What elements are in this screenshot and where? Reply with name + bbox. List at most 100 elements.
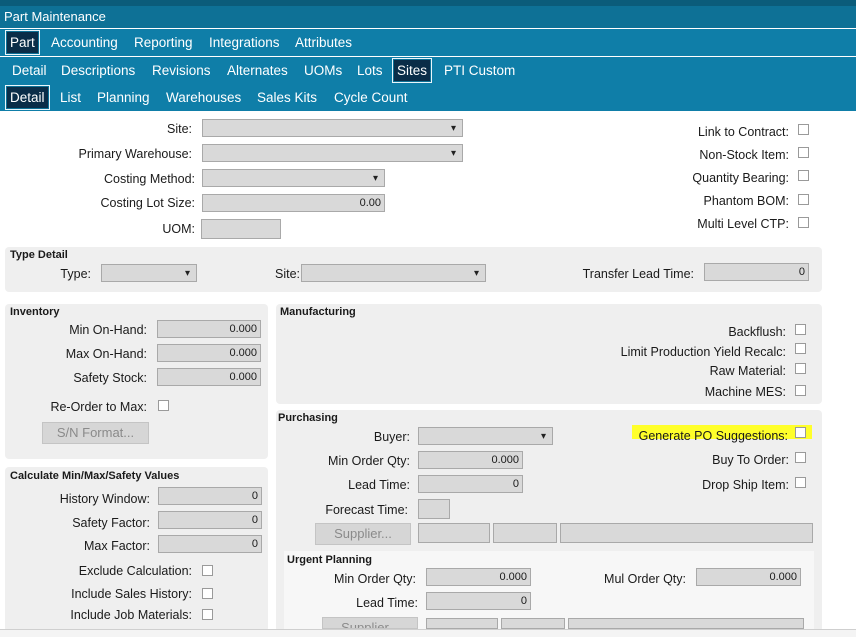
phantom-bom-label: Phantom BOM: [703,194,789,208]
drop-ship-item-label: Drop Ship Item: [702,478,789,492]
transfer-lead-time-input[interactable]: 0 [704,263,809,281]
site-label: Site: [166,122,192,136]
forecast-time-input[interactable] [418,499,450,519]
tab-planning[interactable]: Planning [94,87,153,108]
tab-row-secondary: Detail Descriptions Revisions Alternates… [0,57,856,84]
backflush-checkbox[interactable] [795,324,806,335]
window-title: Part Maintenance [4,9,106,24]
uom-input[interactable] [201,219,281,239]
include-sales-history-checkbox[interactable] [202,588,213,599]
tab-reporting[interactable]: Reporting [131,32,196,53]
tab-warehouses[interactable]: Warehouses [163,87,244,108]
urgent-mul-order-qty-input[interactable]: 0.000 [696,568,801,586]
buy-to-order-checkbox[interactable] [795,452,806,463]
purchasing-title: Purchasing [278,412,338,424]
type-site-label: Site: [275,267,301,281]
costing-method-label: Costing Method: [103,172,195,186]
urgent-min-order-qty-input[interactable]: 0.000 [426,568,531,586]
supplier-name-input[interactable] [493,523,557,543]
min-on-hand-input[interactable]: 0.000 [157,320,261,338]
safety-factor-label: Safety Factor: [72,516,150,530]
history-window-input[interactable]: 0 [158,487,262,505]
urgent-supplier-button[interactable]: Supplier... [322,617,418,629]
quantity-bearing-label: Quantity Bearing: [692,171,789,185]
non-stock-item-checkbox[interactable] [798,147,809,158]
type-site-dropdown[interactable] [301,264,486,282]
title-bar: Part Maintenance [0,6,856,28]
include-sales-history-label: Include Sales History: [71,587,192,601]
min-order-qty-input[interactable]: 0.000 [418,451,523,469]
raw-material-checkbox[interactable] [795,363,806,374]
reorder-to-max-label: Re-Order to Max: [50,400,147,414]
machine-mes-checkbox[interactable] [795,385,806,396]
min-on-hand-label: Min On-Hand: [69,323,147,337]
limit-production-yield-checkbox[interactable] [795,343,806,354]
tab-descriptions[interactable]: Descriptions [58,60,138,81]
inventory-title: Inventory [10,306,60,318]
quantity-bearing-checkbox[interactable] [798,170,809,181]
tab-attributes[interactable]: Attributes [292,32,355,53]
lead-time-input[interactable]: 0 [418,475,523,493]
tab-detail[interactable]: Detail [9,60,50,81]
tab-sales-kits[interactable]: Sales Kits [254,87,320,108]
tab-revisions[interactable]: Revisions [149,60,214,81]
reorder-to-max-checkbox[interactable] [158,400,169,411]
uom-label: UOM: [162,222,195,236]
tab-accounting[interactable]: Accounting [48,32,121,53]
exclude-calculation-checkbox[interactable] [202,565,213,576]
urgent-mul-order-qty-label: Mul Order Qty: [604,572,686,586]
site-dropdown[interactable] [202,119,463,137]
urgent-supplier-description-input[interactable] [568,618,804,629]
tab-sites[interactable]: Sites [392,58,433,83]
urgent-min-order-qty-label: Min Order Qty: [334,572,416,586]
buyer-label: Buyer: [373,430,410,444]
tab-site-detail[interactable]: Detail [5,85,50,110]
buyer-dropdown[interactable] [418,427,553,445]
tab-row-tertiary: Detail List Planning Warehouses Sales Ki… [0,84,856,111]
tab-lots[interactable]: Lots [354,60,386,81]
link-to-contract-label: Link to Contract: [697,125,789,139]
costing-lot-size-input[interactable]: 0.00 [202,194,385,212]
generate-po-suggestions-label: Generate PO Suggestions: [638,429,788,443]
tab-integrations[interactable]: Integrations [206,32,283,53]
include-job-materials-checkbox[interactable] [202,609,213,620]
supplier-description-input[interactable] [560,523,813,543]
calc-title: Calculate Min/Max/Safety Values [10,470,180,482]
forecast-time-label: Forecast Time: [325,503,408,517]
include-job-materials-label: Include Job Materials: [70,608,192,622]
urgent-planning-title: Urgent Planning [287,554,372,566]
max-factor-input[interactable]: 0 [158,535,262,553]
raw-material-label: Raw Material: [709,364,786,378]
link-to-contract-checkbox[interactable] [798,124,809,135]
sn-format-button[interactable]: S/N Format... [42,422,149,444]
type-dropdown[interactable] [101,264,197,282]
generate-po-suggestions-checkbox[interactable] [795,427,806,438]
tab-part[interactable]: Part [5,30,40,55]
urgent-lead-time-input[interactable]: 0 [426,592,531,610]
costing-method-dropdown[interactable] [202,169,385,187]
supplier-id-input[interactable] [418,523,490,543]
multi-level-ctp-label: Multi Level CTP: [697,217,789,231]
tab-list[interactable]: List [57,87,84,108]
lead-time-label: Lead Time: [348,478,410,492]
supplier-button[interactable]: Supplier... [315,523,411,545]
tab-uoms[interactable]: UOMs [301,60,345,81]
max-on-hand-label: Max On-Hand: [65,347,147,361]
tab-alternates[interactable]: Alternates [224,60,291,81]
safety-stock-input[interactable]: 0.000 [157,368,261,386]
multi-level-ctp-checkbox[interactable] [798,217,809,228]
urgent-supplier-id-input[interactable] [426,618,498,629]
primary-warehouse-dropdown[interactable] [202,144,463,162]
safety-stock-label: Safety Stock: [73,371,147,385]
machine-mes-label: Machine MES: [704,385,786,399]
history-window-label: History Window: [59,492,150,506]
urgent-supplier-name-input[interactable] [501,618,565,629]
tab-pti-custom[interactable]: PTI Custom [441,60,518,81]
min-order-qty-label: Min Order Qty: [328,454,410,468]
costing-lot-size-label: Costing Lot Size: [100,196,196,210]
max-on-hand-input[interactable]: 0.000 [157,344,261,362]
tab-cycle-count[interactable]: Cycle Count [331,87,411,108]
drop-ship-item-checkbox[interactable] [795,477,806,488]
phantom-bom-checkbox[interactable] [798,194,809,205]
safety-factor-input[interactable]: 0 [158,511,262,529]
